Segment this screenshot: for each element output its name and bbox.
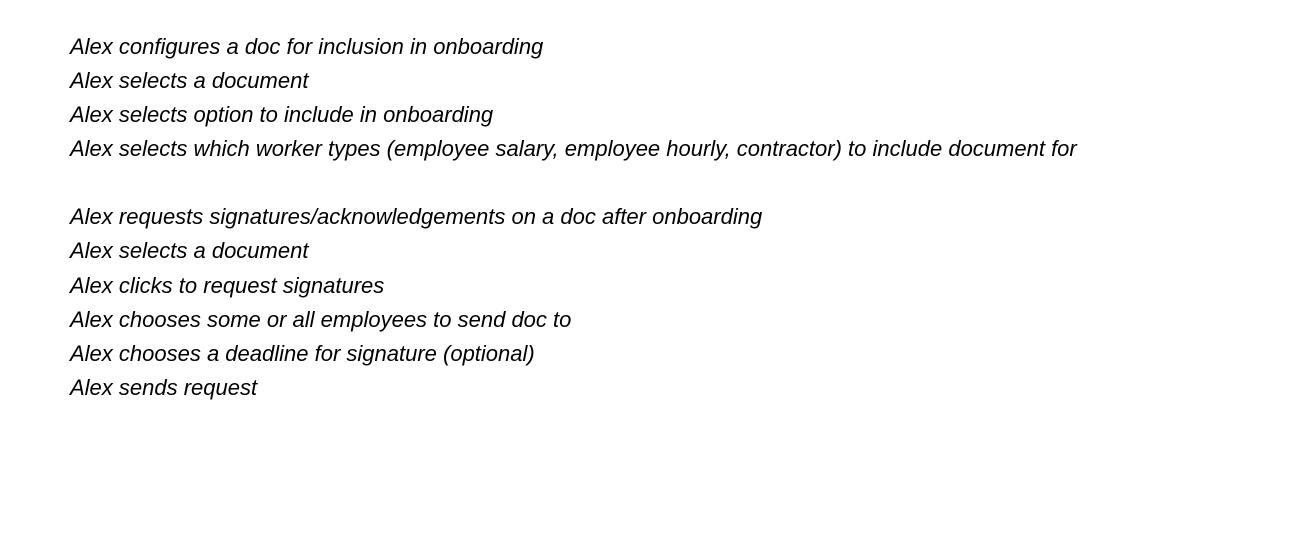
text-line: Alex selects which worker types (employe…: [70, 132, 1238, 166]
section-gap: [70, 166, 1238, 200]
text-line: Alex chooses a deadline for signature (o…: [70, 337, 1238, 371]
section-1: Alex configures a doc for inclusion in o…: [70, 30, 1238, 166]
text-line: Alex clicks to request signatures: [70, 269, 1238, 303]
text-line: Alex sends request: [70, 371, 1238, 405]
text-line: Alex configures a doc for inclusion in o…: [70, 30, 1238, 64]
section-2: Alex requests signatures/acknowledgement…: [70, 200, 1238, 405]
text-line: Alex selects a document: [70, 234, 1238, 268]
text-line: Alex selects a document: [70, 64, 1238, 98]
text-line: Alex selects option to include in onboar…: [70, 98, 1238, 132]
text-line: Alex requests signatures/acknowledgement…: [70, 200, 1238, 234]
text-line: Alex chooses some or all employees to se…: [70, 303, 1238, 337]
